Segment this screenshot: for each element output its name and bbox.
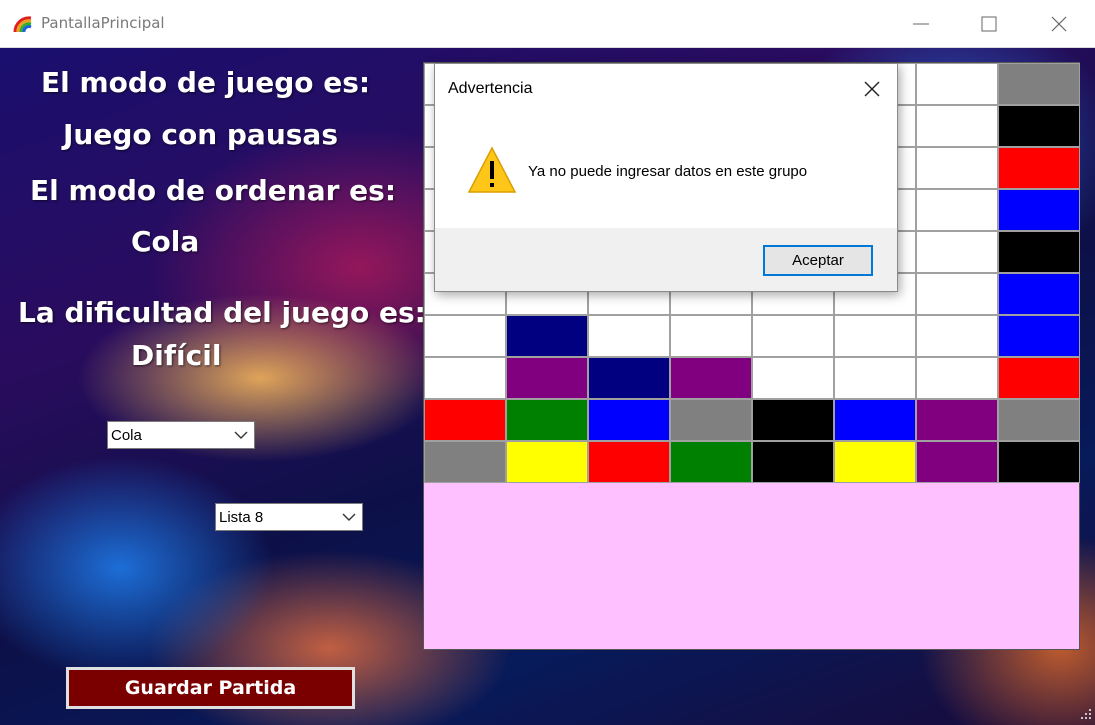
board-cell [916, 189, 998, 231]
board-cell [916, 147, 998, 189]
board-cell [998, 147, 1080, 189]
board-cell [998, 357, 1080, 399]
board-cell [588, 315, 670, 357]
window-title: PantallaPrincipal [41, 14, 165, 32]
dialog-title: Advertencia [448, 80, 533, 97]
list-select-value: Lista 8 [219, 509, 264, 526]
warning-icon [467, 146, 517, 193]
board-cell [506, 357, 588, 399]
board-cell [916, 441, 998, 483]
game-mode-label: El modo de juego es: [41, 66, 371, 99]
board-cell [998, 105, 1080, 147]
board-cell [588, 399, 670, 441]
maximize-button[interactable] [954, 0, 1024, 48]
board-cell [998, 189, 1080, 231]
board-cell [916, 399, 998, 441]
board-cell [506, 441, 588, 483]
board-cell [588, 441, 670, 483]
board-cell [998, 273, 1080, 315]
dialog-message: Ya no puede ingresar datos en este grupo [528, 163, 808, 180]
save-game-button[interactable]: Guardar Partida [66, 667, 355, 709]
board-cell [916, 315, 998, 357]
board-cell [752, 399, 834, 441]
board-cell [916, 63, 998, 105]
board-cell [998, 399, 1080, 441]
close-icon [1051, 16, 1067, 32]
board-cell [752, 441, 834, 483]
minimize-icon [913, 23, 929, 25]
chevron-down-icon [342, 513, 356, 521]
board-cell [670, 315, 752, 357]
board-cell [670, 357, 752, 399]
board-cell [424, 441, 506, 483]
board-cell [506, 399, 588, 441]
list-select[interactable]: Lista 8 [215, 503, 363, 531]
board-cell [998, 231, 1080, 273]
board-cell [670, 441, 752, 483]
board-cell [834, 399, 916, 441]
board-cell [916, 357, 998, 399]
chevron-down-icon [234, 431, 248, 439]
order-mode-value: Cola [131, 225, 200, 258]
board-cell [752, 357, 834, 399]
dialog-close-icon[interactable] [863, 80, 881, 98]
order-select-value: Cola [111, 427, 142, 444]
board-cell [998, 441, 1080, 483]
board-cell [998, 315, 1080, 357]
difficulty-label: La dificultad del juego es: [18, 296, 426, 329]
difficulty-value: Difícil [131, 339, 222, 372]
board-cell [506, 315, 588, 357]
order-mode-label: El modo de ordenar es: [30, 174, 397, 207]
board-cell [834, 357, 916, 399]
board-cell [834, 441, 916, 483]
board-cell [424, 357, 506, 399]
game-mode-value: Juego con pausas [63, 118, 338, 151]
board-cell [834, 315, 916, 357]
resize-grip-icon[interactable] [1079, 707, 1093, 721]
app-rainbow-icon [13, 14, 33, 34]
board-cell [670, 399, 752, 441]
board-cell [998, 63, 1080, 105]
close-button[interactable] [1024, 0, 1094, 48]
dialog-footer: Aceptar [435, 228, 897, 291]
board-cell [424, 399, 506, 441]
board-cell [916, 105, 998, 147]
order-select[interactable]: Cola [107, 421, 255, 449]
board-cell [916, 273, 998, 315]
title-bar: PantallaPrincipal [0, 0, 1095, 48]
maximize-icon [981, 16, 997, 32]
minimize-button[interactable] [886, 0, 956, 48]
board-cell [424, 315, 506, 357]
ok-button[interactable]: Aceptar [763, 245, 873, 276]
board-cell [916, 231, 998, 273]
board-cell [588, 357, 670, 399]
board-cell [752, 315, 834, 357]
warning-dialog: Advertencia Ya no puede ingresar datos e… [434, 63, 898, 292]
